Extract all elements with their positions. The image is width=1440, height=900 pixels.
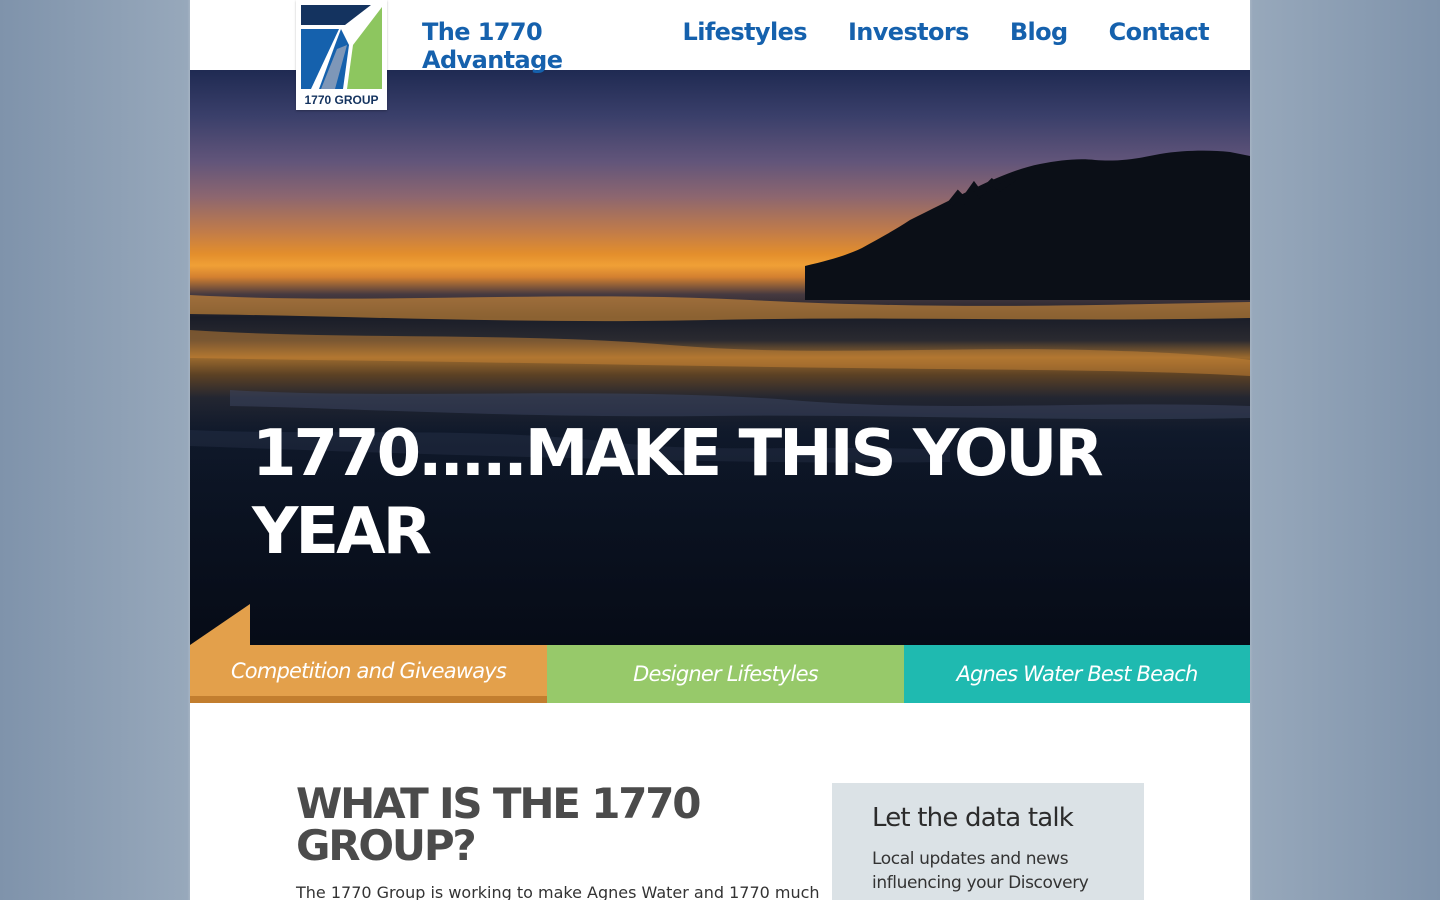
sidebar-title: Let the data talk [872,803,1074,833]
nav-link-blog[interactable]: Blog [1010,18,1068,74]
sidebar-text: Local updates and news influencing your … [872,849,1089,893]
nav-link-investors[interactable]: Investors [848,18,970,74]
logo-text: 1770 GROUP [304,93,379,107]
site-logo[interactable]: 1770 GROUP [296,0,387,110]
page: The 1770 Advantage Lifestyles Investors … [190,0,1250,900]
logo-mark-icon [301,5,382,89]
hero-banner: 1770.....MAKE THIS YOUR YEAR [190,70,1250,645]
about-paragraph: The 1770 Group is working to make Agnes … [296,883,820,900]
feature-tab-competition[interactable]: Competition and Giveaways [190,645,547,703]
hero-title: 1770.....MAKE THIS YOUR YEAR [252,417,1104,569]
nav-link-contact[interactable]: Contact [1109,18,1210,74]
nav-link-advantage[interactable]: The 1770 Advantage [422,18,642,74]
about-heading: WHAT IS THE 1770 GROUP? [296,779,702,870]
feature-tab-beach[interactable]: Agnes Water Best Beach [904,645,1250,703]
feature-flag-corner-icon [190,604,250,645]
feature-bar: Competition and Giveaways Designer Lifes… [190,645,1250,703]
main-nav: The 1770 Advantage Lifestyles Investors … [422,18,1250,74]
data-sidebar: Let the data talk Local updates and news… [832,783,1144,900]
nav-link-lifestyles[interactable]: Lifestyles [683,18,808,74]
feature-tab-lifestyles[interactable]: Designer Lifestyles [547,645,904,703]
